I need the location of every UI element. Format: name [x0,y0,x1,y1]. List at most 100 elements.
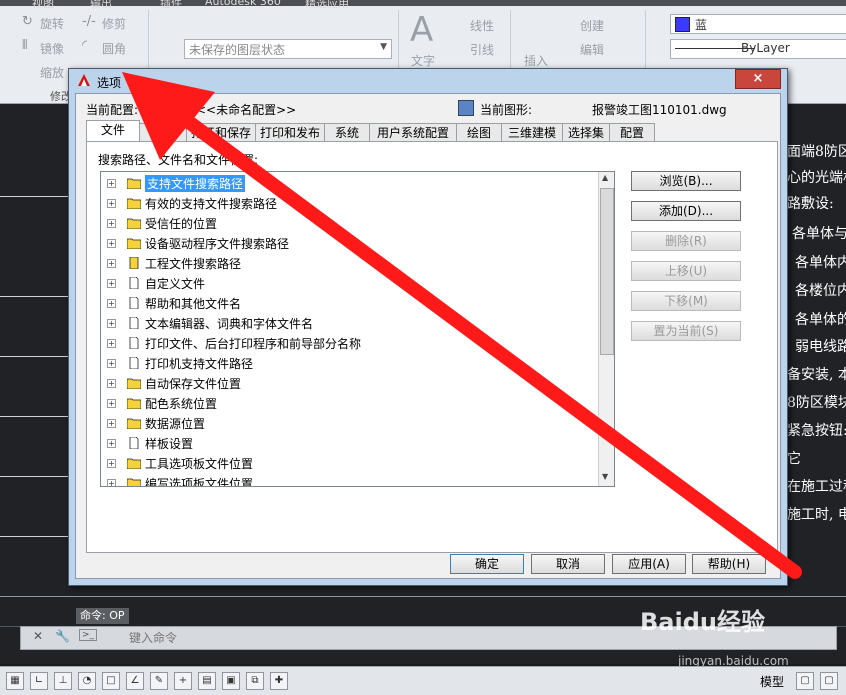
drawing-line [0,596,846,597]
expand-icon[interactable]: + [107,219,116,228]
ribbon-tab-strip: 视图 输出 插件 Autodesk 360 精选应用 [0,0,846,10]
folder-icon [126,177,142,190]
command-input[interactable]: 键入命令 [129,629,177,646]
folder-icon [126,397,142,410]
expand-icon[interactable]: + [107,419,116,428]
scroll-thumb[interactable] [600,188,614,355]
expand-icon[interactable]: + [107,199,116,208]
rotate-button[interactable]: 旋转 [40,15,64,32]
mirror-button[interactable]: 镜像 [40,40,64,57]
drawing-text: 各单体与主 [792,226,846,242]
help-button[interactable]: 帮助(H) [692,554,766,574]
edit-block-button[interactable]: 编辑 [580,41,604,58]
tab-system[interactable]: 系统 [324,123,370,142]
selection-cycling-icon[interactable]: ⧉ [246,672,264,690]
set-current-button[interactable]: 置为当前(S) [631,321,741,341]
drawing-text: 各楼位内 [795,283,846,299]
layout-view-icon[interactable]: ▢ [820,672,838,690]
trim-icon: -/- [82,14,96,29]
tab-display[interactable]: 显示 [139,123,187,142]
expand-icon[interactable]: + [107,319,116,328]
tab-selection[interactable]: 选择集 [562,123,610,142]
tab-label: 打印和发布 [259,126,320,140]
layer-state-dropdown[interactable]: 未保存的图层状态 ▼ [184,39,392,59]
expand-icon[interactable]: + [107,179,116,188]
polar-icon[interactable]: ◔ [78,672,96,690]
baidu-watermark: Baidu经验 [640,602,765,637]
add-button[interactable]: 添加(D)... [631,201,741,221]
close-button[interactable]: × [735,69,781,89]
expand-icon[interactable]: + [107,379,116,388]
tab-3d-modeling[interactable]: 三维建模 [501,123,563,142]
trim-button[interactable]: 修剪 [102,15,126,32]
transparency-icon[interactable]: ▣ [222,672,240,690]
drawing-text: 在施工过程 [787,479,846,495]
leader-button[interactable]: 引线 [470,41,494,58]
remove-button[interactable]: 删除(R) [631,231,741,251]
tab-label: 用户系统配置 [376,126,449,140]
ok-button[interactable]: 确定 [450,554,524,574]
expand-icon[interactable]: + [107,479,116,486]
create-block-button[interactable]: 创建 [580,17,604,34]
tab-user-preferences[interactable]: 用户系统配置 [369,123,457,142]
insert-block-button[interactable]: 插入 [524,52,548,69]
project-icon [127,256,141,270]
expand-icon[interactable]: + [107,439,116,448]
set-current-button-label: 置为当前(S) [653,324,719,338]
ribbon-tab-plugins[interactable]: 插件 [160,0,182,11]
ribbon-tab-apps[interactable]: 精选应用 [305,0,349,11]
expand-icon[interactable]: + [107,339,116,348]
ducs-icon[interactable]: ✎ [150,672,168,690]
scroll-down-icon[interactable]: ▼ [602,472,608,481]
tab-open-save[interactable]: 打开和保存 [186,123,256,142]
tab-profiles[interactable]: 配置 [609,123,655,142]
expand-icon[interactable]: + [107,399,116,408]
otrack-icon[interactable]: ∠ [126,672,144,690]
expand-icon[interactable]: + [107,299,116,308]
expand-icon[interactable]: + [107,239,116,248]
ortho-icon[interactable]: ⊥ [54,672,72,690]
document-icon [127,336,141,350]
browse-button[interactable]: 浏览(B)... [631,171,741,191]
dyn-icon[interactable]: + [174,672,192,690]
layer-state-value: 未保存的图层状态 [189,43,286,57]
tab-plot-publish[interactable]: 打印和发布 [255,123,325,142]
ribbon-tab-output[interactable]: 输出 [90,0,112,11]
tab-drafting[interactable]: 绘图 [456,123,502,142]
close-icon[interactable]: ✕ [33,629,43,643]
move-up-button[interactable]: 上移(U) [631,261,741,281]
grid-icon[interactable]: ▦ [6,672,24,690]
tree-scrollbar[interactable]: ▲ ▼ [598,172,614,486]
expand-icon[interactable]: + [107,259,116,268]
quick-view-icon[interactable]: ▢ [796,672,814,690]
tab-label: 绘图 [466,126,491,140]
text-tool-label[interactable]: 文字 [411,52,435,69]
tab-files[interactable]: 文件 [86,120,140,143]
annotation-monitor-icon[interactable]: ✚ [270,672,288,690]
text-tool-icon: A [410,10,434,50]
ribbon-tab-view[interactable]: 视图 [32,0,54,11]
file-location-tree[interactable]: + 支持文件搜索路径 + 有效的支持文件搜索路径 + 受信任的位置 + 设备驱动程序文件搜索路… [100,171,615,487]
drawing-text: 各单体内部 [795,255,846,271]
apply-button[interactable]: 应用(A) [612,554,686,574]
expand-icon[interactable]: + [107,279,116,288]
color-dropdown[interactable]: 蓝 [670,14,846,34]
scale-button[interactable]: 缩放 [40,64,64,81]
wrench-icon[interactable]: 🔧 [55,629,70,643]
scroll-up-icon[interactable]: ▲ [602,173,608,182]
linear-dim-button[interactable]: 线性 [470,17,494,34]
snap-icon[interactable]: ∟ [30,672,48,690]
expand-icon[interactable]: + [107,459,116,468]
current-drawing-label: 当前图形: [480,103,533,117]
ribbon-tab-autodesk360[interactable]: Autodesk 360 [205,0,281,8]
osnap-icon[interactable]: □ [102,672,120,690]
linetype-dropdown[interactable]: ByLayer [670,39,846,59]
command-prompt-icon[interactable]: >_ [79,629,98,641]
drawing-text: 面端8防区 [787,144,846,160]
lineweight-icon[interactable]: ▤ [198,672,216,690]
model-space-label[interactable]: 模型 [760,673,784,690]
expand-icon[interactable]: + [107,359,116,368]
fillet-button[interactable]: 圆角 [102,40,126,57]
cancel-button[interactable]: 取消 [531,554,605,574]
move-down-button[interactable]: 下移(M) [631,291,741,311]
